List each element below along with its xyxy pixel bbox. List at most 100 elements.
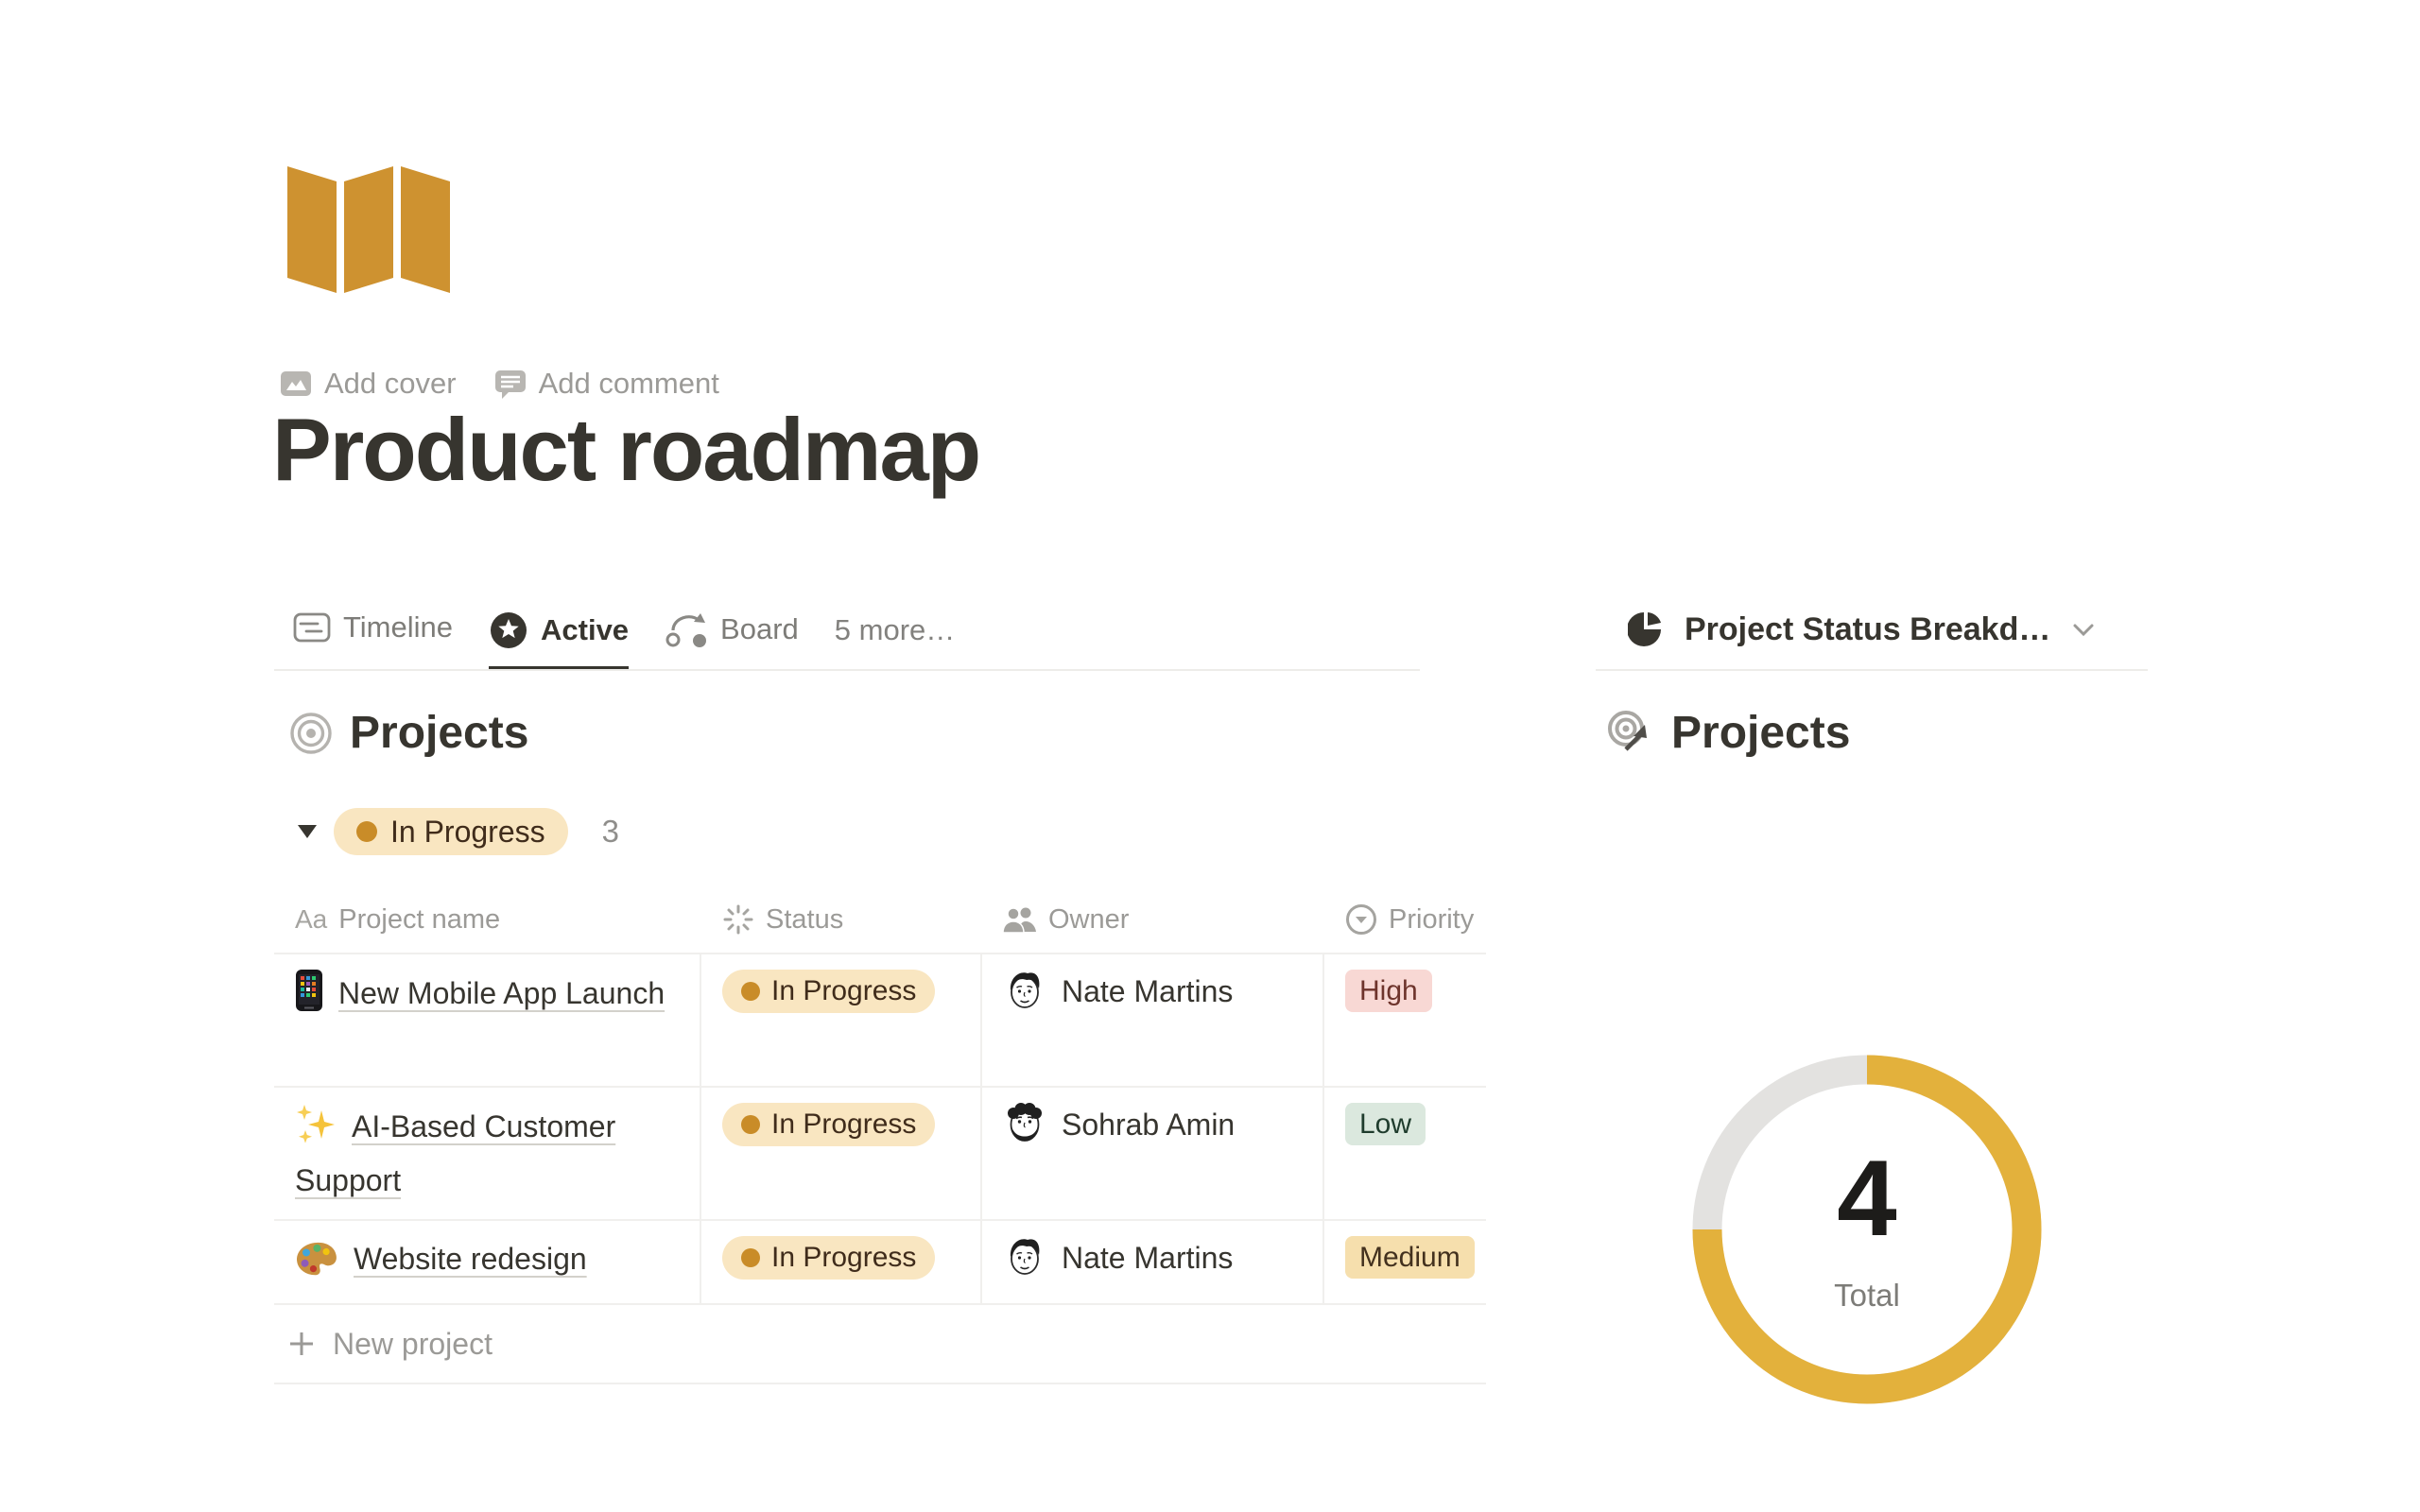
add-comment-label: Add comment [539, 367, 719, 401]
status-label: In Progress [771, 975, 916, 1007]
status-burst-icon [722, 903, 754, 936]
timeline-icon [293, 611, 331, 644]
board-icon [665, 610, 708, 648]
column-label: Status [766, 904, 843, 936]
table-row: Website redesign In Progress [274, 1219, 1486, 1303]
status-cell: In Progress [701, 1088, 982, 1219]
status-cell: In Progress [701, 954, 982, 1086]
bullseye-icon [289, 712, 333, 755]
project-name-cell: New Mobile App Launch [274, 954, 701, 1086]
comment-icon [494, 369, 527, 399]
project-name-cell: Website redesign [274, 1221, 701, 1303]
column-label: Priority [1389, 904, 1474, 936]
sparkles-emoji [295, 1103, 337, 1158]
status-dot [741, 1115, 760, 1134]
image-icon [280, 369, 312, 398]
chart-projects-heading[interactable]: Projects [1605, 707, 1850, 759]
chevron-down-icon[interactable] [2069, 617, 2098, 642]
column-header-status[interactable]: Status [701, 886, 982, 953]
status-pill[interactable]: In Progress [722, 1103, 935, 1146]
pie-chart-icon [1628, 610, 1666, 648]
chart-block-header[interactable]: Project Status Breakd… [1628, 610, 2098, 648]
donut-chart: 4 Total [1692, 1055, 2042, 1404]
tab-more-label: 5 more… [835, 613, 955, 647]
view-tabs: Timeline Active Board 5 more… [293, 610, 955, 671]
priority-circle-icon [1345, 903, 1377, 936]
new-project-label: New project [333, 1327, 493, 1362]
project-name-cell: AI-Based Customer Support [274, 1088, 701, 1219]
project-link[interactable]: Website redesign [354, 1242, 587, 1276]
status-dot [741, 1248, 760, 1267]
tab-active-label: Active [541, 613, 629, 647]
projects-section-title: Projects [350, 707, 528, 759]
priority-badge[interactable]: Medium [1345, 1236, 1475, 1279]
mobile-phone-emoji [295, 970, 323, 1024]
column-header-owner[interactable]: Owner [982, 886, 1324, 953]
donut-center: 4 Total [1692, 1055, 2042, 1404]
page-title[interactable]: Product roadmap [272, 397, 979, 504]
avatar-nate-martins [1003, 968, 1046, 1019]
status-cell: In Progress [701, 1221, 982, 1303]
owner-name: Nate Martins [1062, 970, 1233, 1013]
new-project-button[interactable]: New project [274, 1303, 1486, 1384]
projects-table: Aa Project name Status Owner [274, 886, 1486, 1384]
tab-timeline-label: Timeline [343, 610, 453, 644]
target-arrow-icon [1605, 710, 1654, 757]
projects-section-heading: Projects [289, 707, 528, 759]
page-icon-map[interactable] [287, 159, 450, 297]
tab-board[interactable]: Board [665, 610, 799, 669]
people-icon [1003, 905, 1037, 934]
chart-panel-divider [1596, 669, 2148, 671]
status-dot [741, 982, 760, 1001]
column-header-priority[interactable]: Priority [1324, 886, 1486, 953]
map-icon [287, 159, 450, 297]
text-type-icon: Aa [295, 904, 327, 935]
avatar-nate-martins [1003, 1234, 1046, 1285]
owner-cell[interactable]: Nate Martins [982, 954, 1324, 1086]
owner-cell[interactable]: Sohrab Amin [982, 1088, 1324, 1219]
add-comment-button[interactable]: Add comment [494, 367, 719, 401]
plus-icon [287, 1330, 316, 1358]
donut-total-label: Total [1834, 1278, 1900, 1314]
palette-emoji [295, 1239, 338, 1290]
owner-name: Nate Martins [1062, 1236, 1233, 1280]
column-header-project-name[interactable]: Aa Project name [274, 886, 701, 953]
group-row: In Progress 3 [296, 808, 619, 855]
priority-badge[interactable]: High [1345, 970, 1432, 1012]
priority-cell: Low [1324, 1088, 1486, 1219]
status-label: In Progress [771, 1108, 916, 1141]
tabs-divider [274, 669, 1420, 671]
status-dot [356, 821, 377, 842]
avatar-sohrab-amin [1003, 1101, 1046, 1152]
priority-cell: High [1324, 954, 1486, 1086]
chart-block-title: Project Status Breakd… [1685, 611, 2050, 648]
chart-projects-title: Projects [1671, 707, 1850, 759]
table-row: AI-Based Customer Support In Progress [274, 1086, 1486, 1219]
group-status-pill[interactable]: In Progress [334, 808, 568, 855]
tab-active[interactable]: Active [489, 610, 629, 671]
add-cover-label: Add cover [324, 367, 457, 401]
collapse-triangle-icon[interactable] [296, 823, 319, 840]
table-header: Aa Project name Status Owner [274, 886, 1486, 953]
owner-cell[interactable]: Nate Martins [982, 1221, 1324, 1303]
status-label: In Progress [771, 1242, 916, 1274]
tab-board-label: Board [720, 612, 799, 646]
priority-cell: Medium [1324, 1221, 1486, 1303]
group-count: 3 [602, 814, 619, 850]
project-link[interactable]: New Mobile App Launch [338, 976, 665, 1010]
group-status-label: In Progress [390, 815, 545, 850]
star-badge-icon [489, 610, 528, 650]
add-cover-button[interactable]: Add cover [280, 367, 457, 401]
donut-total-value: 4 [1837, 1145, 1896, 1253]
status-pill[interactable]: In Progress [722, 970, 935, 1013]
status-pill[interactable]: In Progress [722, 1236, 935, 1280]
page-actions: Add cover Add comment [280, 367, 719, 401]
table-row: New Mobile App Launch In Progress [274, 953, 1486, 1086]
tab-timeline[interactable]: Timeline [293, 610, 453, 665]
tab-more[interactable]: 5 more… [835, 610, 955, 668]
column-label: Project name [338, 904, 500, 936]
owner-name: Sohrab Amin [1062, 1103, 1235, 1146]
project-link[interactable]: AI-Based Customer Support [295, 1109, 615, 1197]
column-label: Owner [1048, 904, 1129, 936]
priority-badge[interactable]: Low [1345, 1103, 1426, 1145]
